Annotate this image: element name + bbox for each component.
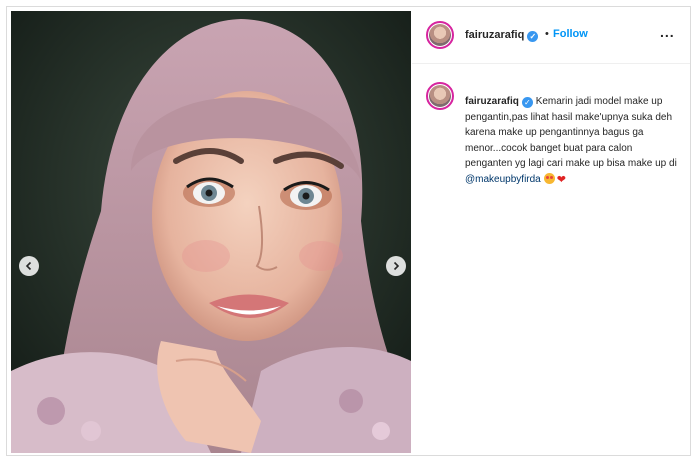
post-container: fairuzarafiq ✓ • Follow ... fairuzarafiq ✓… (6, 6, 691, 456)
follow-button[interactable]: Follow (553, 28, 588, 40)
separator-dot: • (545, 28, 549, 40)
caption-avatar[interactable] (426, 82, 454, 110)
chevron-right-icon (393, 261, 400, 271)
verified-badge-icon: ✓ (521, 97, 533, 108)
caption-text: fairuzarafiq ✓ Kemarin jadi model make up… (465, 94, 680, 188)
username-link[interactable]: fairuzarafiq ✓ (465, 29, 539, 42)
red-heart-emoji-icon: ❤ (556, 173, 566, 186)
post-header: fairuzarafiq ✓ • Follow ... (412, 7, 690, 64)
more-options-icon[interactable]: ... (660, 24, 675, 40)
avatar[interactable] (426, 21, 454, 49)
mention-link[interactable]: @makeupbyfirda (465, 174, 541, 185)
caption-username-link[interactable]: fairuzarafiq (465, 96, 519, 107)
carousel-prev-button[interactable] (19, 256, 39, 276)
post-photo (11, 11, 411, 453)
star-struck-emoji-icon (543, 172, 555, 184)
post-sidebar: fairuzarafiq ✓ • Follow ... fairuzarafiq ✓… (412, 7, 690, 455)
username-text: fairuzarafiq (465, 29, 525, 41)
carousel-next-button[interactable] (386, 256, 406, 276)
chevron-left-icon (25, 261, 32, 271)
post-media[interactable] (11, 11, 411, 453)
verified-badge-icon: ✓ (527, 31, 539, 42)
